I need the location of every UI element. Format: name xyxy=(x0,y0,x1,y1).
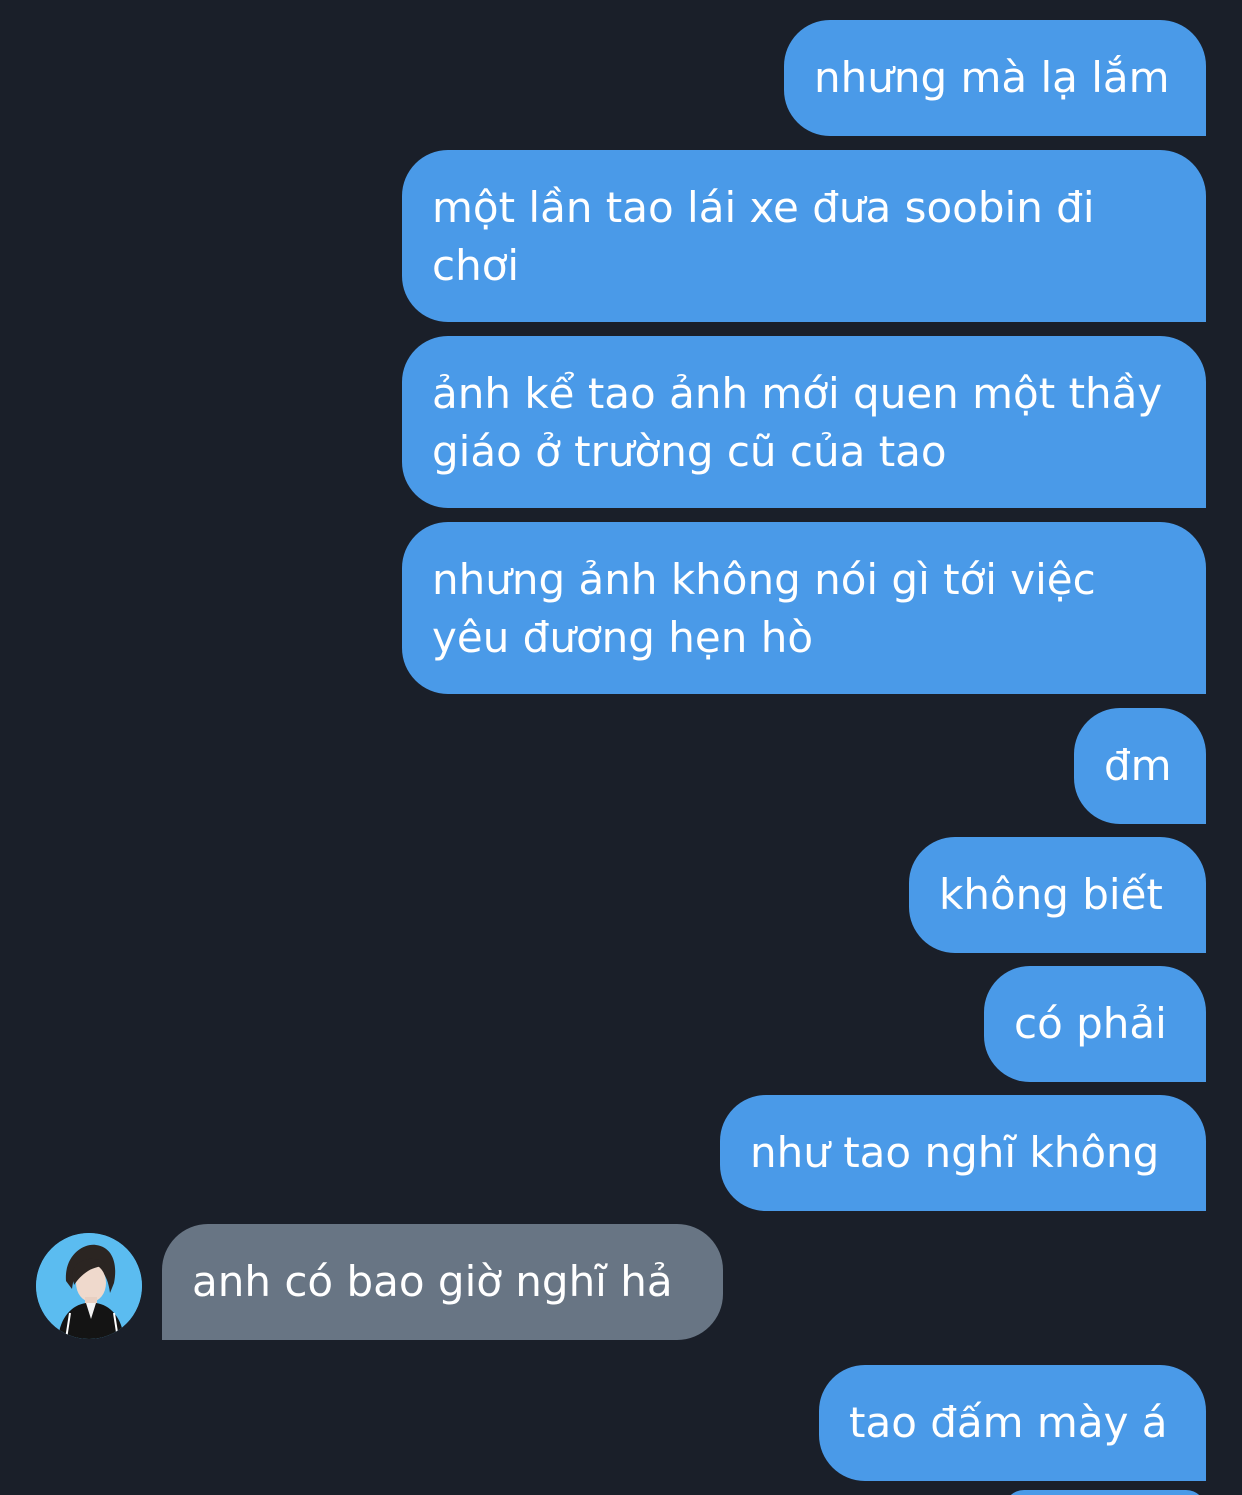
message-bubble-received[interactable]: anh có bao giờ nghĩ hả xyxy=(162,1224,723,1340)
message-bubble-sent[interactable]: tao đấm mày á xyxy=(819,1365,1206,1481)
message-bubble-sent[interactable]: đm xyxy=(1074,708,1206,824)
message-bubble-sent[interactable]: nhưng mà lạ lắm xyxy=(784,20,1206,136)
contact-avatar[interactable] xyxy=(36,1233,142,1339)
message-bubble-sent-partial[interactable] xyxy=(1004,1490,1206,1495)
message-bubble-sent[interactable]: như tao nghĩ không xyxy=(720,1095,1206,1211)
message-bubble-sent[interactable]: nhưng ảnh không nói gì tới việc yêu đươn… xyxy=(402,522,1206,694)
contact-avatar-photo-icon xyxy=(36,1233,142,1339)
chat-thread[interactable]: nhưng mà lạ lắm một lần tao lái xe đưa s… xyxy=(0,0,1242,1495)
message-bubble-sent[interactable]: một lần tao lái xe đưa soobin đi chơi xyxy=(402,150,1206,322)
message-bubble-sent[interactable]: không biết xyxy=(909,837,1206,953)
message-bubble-sent[interactable]: có phải xyxy=(984,966,1206,1082)
message-bubble-sent[interactable]: ảnh kể tao ảnh mới quen một thầy giáo ở … xyxy=(402,336,1206,508)
